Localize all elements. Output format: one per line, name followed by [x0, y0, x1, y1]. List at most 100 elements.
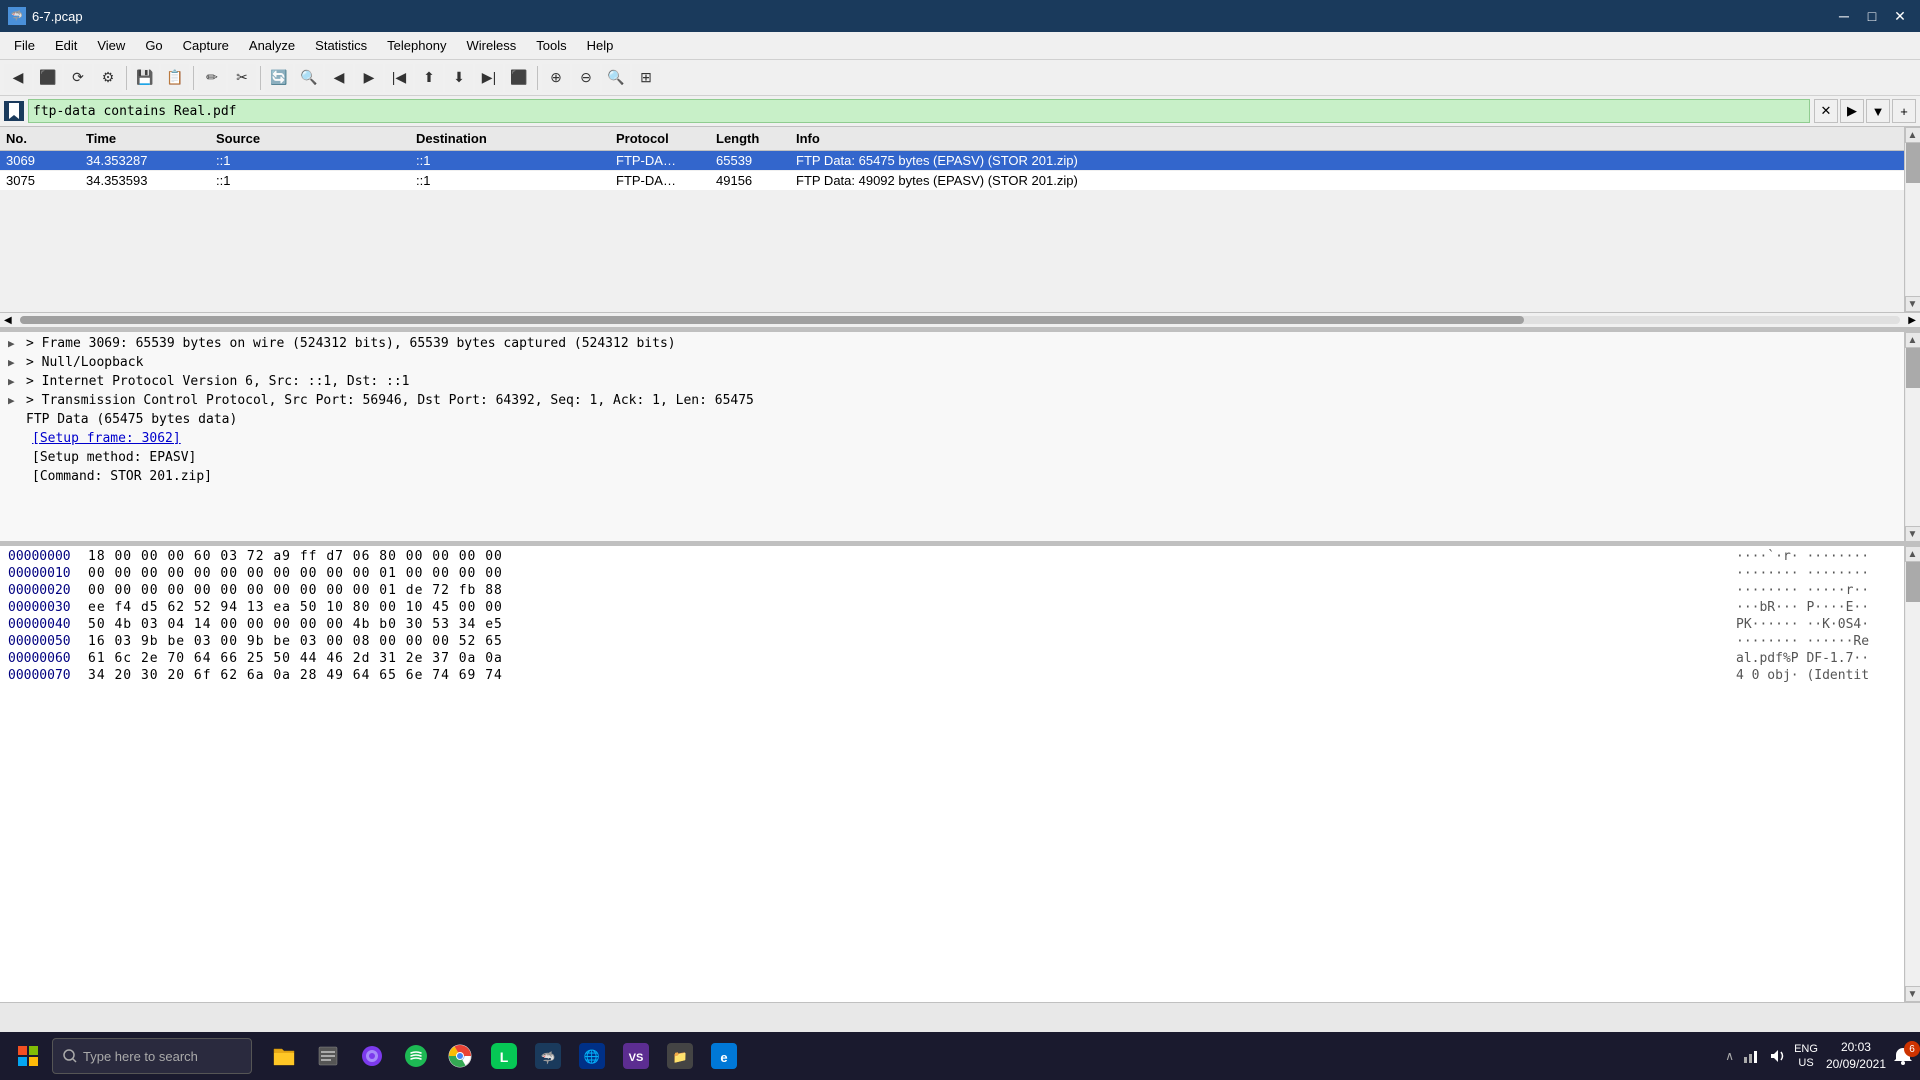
toolbar-zoom-in-btn[interactable]: 🔍	[295, 64, 323, 92]
toolbar-refresh-btn[interactable]: 🔄	[265, 64, 293, 92]
detail-setup-method-row: [Setup method: EPASV]	[0, 448, 1904, 467]
detail-scroll-down[interactable]: ▼	[1905, 526, 1920, 542]
menu-tools[interactable]: Tools	[526, 34, 576, 57]
hex-ascii: al.pdf%P DF-1.7··	[1736, 651, 1896, 666]
notification-area[interactable]: 6	[1894, 1047, 1912, 1065]
minimize-button[interactable]: ─	[1832, 4, 1856, 28]
toolbar-back-btn[interactable]: ◀	[325, 64, 353, 92]
menu-capture[interactable]: Capture	[173, 34, 239, 57]
toolbar-scroll-btn[interactable]: ⬛	[505, 64, 533, 92]
menu-wireless[interactable]: Wireless	[456, 34, 526, 57]
menu-help[interactable]: Help	[577, 34, 624, 57]
toolbar-reload-btn[interactable]: ⟳	[64, 64, 92, 92]
detail-tcp-row[interactable]: ▶ > Transmission Control Protocol, Src P…	[0, 391, 1904, 410]
taskbar-app-visualstudio[interactable]: VS	[616, 1036, 656, 1076]
table-row[interactable]: 3069 34.353287 ::1 ::1 FTP-DA… 65539 FTP…	[0, 151, 1904, 171]
toolbar-go-down-btn[interactable]: ⬇	[445, 64, 473, 92]
toolbar-bookmark-btn[interactable]: 📋	[161, 64, 189, 92]
packet-time: 34.353287	[80, 151, 210, 170]
notification-count: 6	[1904, 1041, 1920, 1057]
menubar: File Edit View Go Capture Analyze Statis…	[0, 32, 1920, 60]
toolbar-zoom-in2-btn[interactable]: ⊕	[542, 64, 570, 92]
detail-ftpdata-row[interactable]: ▶ FTP Data (65475 bytes data)	[0, 410, 1904, 429]
scroll-up-arrow[interactable]: ▲	[1905, 127, 1920, 143]
detail-null-row[interactable]: ▶ > Null/Loopback	[0, 353, 1904, 372]
filter-input[interactable]	[28, 99, 1810, 123]
detail-ipv6-row[interactable]: ▶ > Internet Protocol Version 6, Src: ::…	[0, 372, 1904, 391]
taskbar-app-line[interactable]: L	[484, 1036, 524, 1076]
hex-offset: 00000040	[8, 617, 88, 632]
detail-scroll-up[interactable]: ▲	[1905, 332, 1920, 348]
detail-command-row: [Command: STOR 201.zip]	[0, 467, 1904, 486]
filter-dropdown-btn[interactable]: ▼	[1866, 99, 1890, 123]
hex-scroll-up[interactable]: ▲	[1905, 546, 1920, 562]
hscroll-left-arrow[interactable]: ◀	[0, 315, 16, 326]
hex-scroll-thumb[interactable]	[1906, 562, 1920, 602]
scroll-thumb[interactable]	[1906, 143, 1920, 183]
list-item: 00000020 00 00 00 00 00 00 00 00 00 00 0…	[0, 582, 1904, 599]
systray-expand-icon[interactable]: ∧	[1725, 1049, 1734, 1063]
hscroll-right-arrow[interactable]: ▶	[1904, 315, 1920, 326]
taskbar-search[interactable]: Type here to search	[52, 1038, 252, 1074]
menu-telephony[interactable]: Telephony	[377, 34, 456, 57]
list-item: 00000040 50 4b 03 04 14 00 00 00 00 00 4…	[0, 616, 1904, 633]
expand-arrow-frame: ▶	[8, 337, 24, 350]
taskbar-app-filemanager[interactable]	[264, 1036, 304, 1076]
menu-analyze[interactable]: Analyze	[239, 34, 305, 57]
scroll-down-arrow[interactable]: ▼	[1905, 296, 1920, 312]
toolbar-stop-btn[interactable]: ⬛	[34, 64, 62, 92]
start-button[interactable]	[8, 1036, 48, 1076]
toolbar-resize-btn[interactable]: ⊞	[632, 64, 660, 92]
detail-scroll-thumb[interactable]	[1906, 348, 1920, 388]
menu-go[interactable]: Go	[135, 34, 172, 57]
toolbar-save-btn[interactable]: 💾	[131, 64, 159, 92]
taskbar-app-wireshark[interactable]: 🦈	[528, 1036, 568, 1076]
taskbar-app-puzzle[interactable]	[352, 1036, 392, 1076]
taskbar-app-network[interactable]: 🌐	[572, 1036, 612, 1076]
hscroll-thumb[interactable]	[20, 316, 1524, 324]
filter-clear-btn[interactable]: ✕	[1814, 99, 1838, 123]
taskbar-app-music[interactable]	[396, 1036, 436, 1076]
toolbar-zoom-normal-btn[interactable]: 🔍	[602, 64, 630, 92]
expand-arrow-ftpdata: ▶	[8, 413, 24, 426]
toolbar-cut-btn[interactable]: ✂	[228, 64, 256, 92]
close-button[interactable]: ✕	[1888, 4, 1912, 28]
detail-setup-frame-row[interactable]: [Setup frame: 3062]	[0, 429, 1904, 448]
toolbar-zoom-out-btn[interactable]: ⊖	[572, 64, 600, 92]
taskbar-app-notepad[interactable]	[308, 1036, 348, 1076]
col-header-protocol: Protocol	[610, 129, 710, 148]
detail-scrollbar[interactable]: ▲ ▼	[1904, 332, 1920, 542]
menu-view[interactable]: View	[87, 34, 135, 57]
toolbar-edit-btn[interactable]: ✏	[198, 64, 226, 92]
systray-time[interactable]: 20:03 20/09/2021	[1826, 1039, 1886, 1073]
detail-scroll-track	[1906, 348, 1920, 526]
svg-text:📁: 📁	[673, 1050, 688, 1064]
packet-info: FTP Data: 65475 bytes (EPASV) (STOR 201.…	[790, 151, 1904, 170]
app-icon: 🦈	[8, 7, 26, 25]
hex-scroll-down[interactable]: ▼	[1905, 986, 1920, 1002]
packet-list-scrollbar[interactable]: ▲ ▼	[1904, 127, 1920, 312]
taskbar-app-chrome[interactable]	[440, 1036, 480, 1076]
toolbar-go-start-btn[interactable]: |◀	[385, 64, 413, 92]
filter-add-btn[interactable]: +	[1892, 99, 1916, 123]
filter-apply-btn[interactable]: ▶	[1840, 99, 1864, 123]
toolbar-options-btn[interactable]: ⚙	[94, 64, 122, 92]
taskbar-app-edge[interactable]: e	[704, 1036, 744, 1076]
horizontal-scrollbar[interactable]: ◀ ▶	[0, 312, 1920, 328]
detail-frame-row[interactable]: ▶ > Frame 3069: 65539 bytes on wire (524…	[0, 334, 1904, 353]
window-controls[interactable]: ─ □ ✕	[1832, 4, 1912, 28]
hex-scrollbar[interactable]: ▲ ▼	[1904, 546, 1920, 1002]
menu-statistics[interactable]: Statistics	[305, 34, 377, 57]
menu-edit[interactable]: Edit	[45, 34, 87, 57]
toolbar-go-end-btn[interactable]: ▶|	[475, 64, 503, 92]
detail-setup-frame-link[interactable]: [Setup frame: 3062]	[32, 431, 181, 446]
taskbar-app-files2[interactable]: 📁	[660, 1036, 700, 1076]
packet-list-area: No. Time Source Destination Protocol Len…	[0, 127, 1920, 312]
toolbar-open-btn[interactable]: ◀	[4, 64, 32, 92]
menu-file[interactable]: File	[4, 34, 45, 57]
maximize-button[interactable]: □	[1860, 4, 1884, 28]
toolbar-forward-btn[interactable]: ▶	[355, 64, 383, 92]
expand-arrow-ipv6: ▶	[8, 375, 24, 388]
table-row[interactable]: 3075 34.353593 ::1 ::1 FTP-DA… 49156 FTP…	[0, 171, 1904, 191]
toolbar-go-up-btn[interactable]: ⬆	[415, 64, 443, 92]
